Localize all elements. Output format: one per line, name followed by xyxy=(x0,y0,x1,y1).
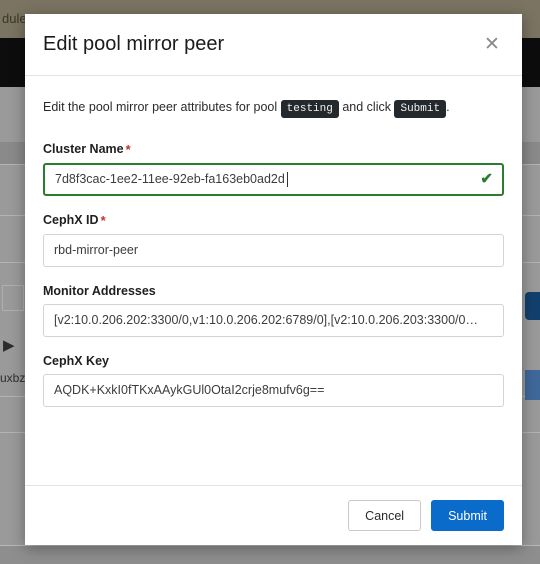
monitor-addresses-input-wrap xyxy=(43,303,504,337)
description-middle: and click xyxy=(342,100,391,114)
form-group-cephx-id: CephX ID * xyxy=(43,213,504,267)
modal-header: Edit pool mirror peer ✕ xyxy=(25,14,522,76)
submit-action-badge: Submit xyxy=(394,100,447,118)
cephx-key-label-text: CephX Key xyxy=(43,353,109,368)
form-group-cluster-name: Cluster Name* ✔ xyxy=(43,142,504,196)
valid-check-icon: ✔ xyxy=(480,170,493,188)
text-caret xyxy=(287,171,288,187)
pool-name-badge: testing xyxy=(280,100,339,118)
modal-footer: Cancel Submit xyxy=(25,485,522,545)
background-info-button[interactable] xyxy=(525,370,540,400)
cephx-id-input[interactable] xyxy=(43,233,504,267)
cluster-name-input-wrap: ✔ xyxy=(43,162,504,196)
cluster-name-label-text: Cluster Name xyxy=(43,141,124,156)
cephx-key-input-wrap xyxy=(43,373,504,407)
cephx-key-label: CephX Key xyxy=(43,354,504,368)
cephx-id-label-text: CephX ID xyxy=(43,212,99,227)
close-icon[interactable]: ✕ xyxy=(479,32,505,58)
monitor-addresses-label-text: Monitor Addresses xyxy=(43,283,156,298)
background-footer-bar xyxy=(0,545,540,564)
modal-body: Edit the pool mirror peer attributes for… xyxy=(25,76,522,485)
cluster-name-input[interactable] xyxy=(43,162,504,196)
cancel-button[interactable]: Cancel xyxy=(348,500,422,531)
monitor-addresses-input[interactable] xyxy=(43,303,504,337)
modal-title: Edit pool mirror peer xyxy=(43,33,225,55)
description-suffix: . xyxy=(446,100,450,114)
required-asterisk: * xyxy=(125,141,131,157)
play-arrow-icon: ▶ xyxy=(3,337,15,354)
background-table-cell xyxy=(2,285,24,311)
required-asterisk: * xyxy=(100,212,106,228)
submit-button[interactable]: Submit xyxy=(431,500,504,531)
cluster-name-label: Cluster Name * xyxy=(43,142,504,157)
cephx-id-label: CephX ID * xyxy=(43,213,504,228)
modal-description: Edit the pool mirror peer attributes for… xyxy=(43,98,504,118)
monitor-addresses-label: Monitor Addresses xyxy=(43,284,504,298)
cephx-id-input-wrap xyxy=(43,233,504,267)
edit-pool-mirror-peer-modal: Edit pool mirror peer ✕ Edit the pool mi… xyxy=(25,14,522,545)
form-group-cephx-key: CephX Key xyxy=(43,354,504,407)
description-prefix: Edit the pool mirror peer attributes for… xyxy=(43,100,278,114)
form-group-monitor-addresses: Monitor Addresses xyxy=(43,284,504,337)
background-button[interactable] xyxy=(525,292,540,320)
cephx-key-input[interactable] xyxy=(43,373,504,407)
